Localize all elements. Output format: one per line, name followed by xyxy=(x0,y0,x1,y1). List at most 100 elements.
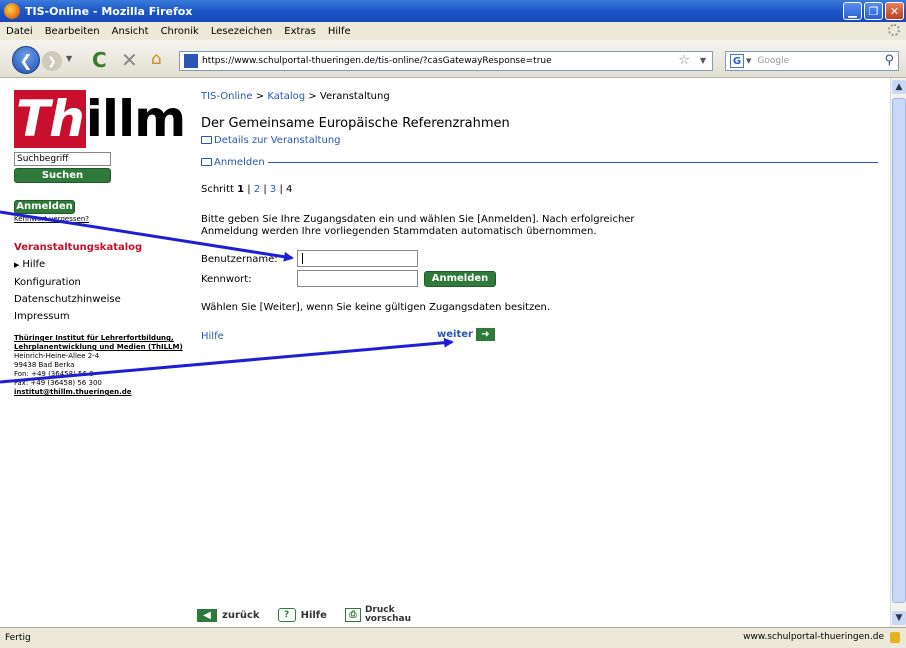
print-preview-icon: ⎙ xyxy=(344,608,361,622)
scroll-thumb[interactable] xyxy=(892,98,906,603)
help-link[interactable]: Hilfe xyxy=(201,331,224,342)
sidebar-search-input[interactable]: Suchbegriff xyxy=(14,152,111,166)
lock-icon[interactable] xyxy=(890,632,900,643)
address-city: 99438 Bad Berka xyxy=(14,361,75,369)
back-button[interactable]: ◀ zurück xyxy=(197,608,260,622)
logo-th: Th xyxy=(14,90,86,148)
window-title: TIS-Online - Mozilla Firefox xyxy=(25,4,193,18)
menu-ansicht[interactable]: Ansicht xyxy=(106,26,155,37)
breadcrumb-katalog[interactable]: Katalog xyxy=(267,91,305,102)
institute-name-link[interactable]: Thüringer Institut für Lehrerfortbildung… xyxy=(14,334,194,352)
window-titlebar: TIS-Online - Mozilla Firefox ▁ ❐ ✕ xyxy=(0,0,906,22)
menu-hilfe[interactable]: Hilfe xyxy=(322,26,357,37)
help-icon: ? xyxy=(277,608,296,622)
logo-illm: illm xyxy=(85,90,187,148)
search-button[interactable]: Suchen xyxy=(14,168,111,183)
username-input[interactable] xyxy=(297,250,418,267)
scroll-up-icon[interactable]: ▲ xyxy=(892,80,906,94)
menu-extras[interactable]: Extras xyxy=(278,26,322,37)
folder-icon xyxy=(201,136,212,144)
institute-address: Thüringer Institut für Lehrerfortbildung… xyxy=(14,334,194,397)
status-bar: Fertig www.schulportal-thueringen.de xyxy=(0,627,906,648)
search-placeholder[interactable]: Google xyxy=(757,56,789,66)
menu-chronik[interactable]: Chronik xyxy=(155,26,205,37)
menu-bar: Datei Bearbeiten Ansicht Chronik Lesezei… xyxy=(0,22,906,40)
sidebar-item-veranstaltungskatalog[interactable]: Veranstaltungskatalog xyxy=(14,239,174,256)
close-icon[interactable]: ✕ xyxy=(885,2,904,20)
navigation-toolbar: ❮ ❯ ▼ C ✕ ⌂ https://www.schulportal-thue… xyxy=(0,40,906,78)
address-fax: Fax: +49 (36458) 56 300 xyxy=(14,379,102,387)
weiter-hint: Wählen Sie [Weiter], wenn Sie keine gült… xyxy=(201,302,551,313)
address-street: Heinrich-Heine-Allee 2-4 xyxy=(14,352,100,360)
step-2[interactable]: 2 xyxy=(254,184,260,195)
status-domain: www.schulportal-thueringen.de xyxy=(743,632,884,642)
step-1: 1 xyxy=(237,184,245,195)
reload-icon[interactable]: C xyxy=(92,48,107,72)
step-3[interactable]: 3 xyxy=(270,184,276,195)
breadcrumb-veranstaltung: Veranstaltung xyxy=(319,91,390,102)
login-instructions: Bitte geben Sie Ihre Zugangsdaten ein un… xyxy=(201,214,635,237)
bookmark-star-icon[interactable]: ☆ xyxy=(678,53,690,68)
minimize-icon[interactable]: ▁ xyxy=(843,2,862,20)
engine-dropdown-icon[interactable]: ▼ xyxy=(746,57,751,65)
sidebar-item-impressum[interactable]: Impressum xyxy=(14,308,174,325)
status-text: Fertig xyxy=(5,633,31,643)
site-favicon-icon xyxy=(183,53,199,69)
menu-datei[interactable]: Datei xyxy=(0,26,39,37)
print-label-line2: vorschau xyxy=(364,614,412,624)
print-preview-label: Druck vorschau xyxy=(365,606,411,624)
next-link-label[interactable]: weiter xyxy=(437,329,473,340)
folder-open-icon xyxy=(201,158,212,166)
footer-help-label: Hilfe xyxy=(300,609,327,621)
page-content: Thillm Suchbegriff Suchen Anmelden Kennw… xyxy=(0,78,890,627)
password-label: Kennwort: xyxy=(201,274,252,285)
home-icon[interactable]: ⌂ xyxy=(151,49,162,69)
footer-help-button[interactable]: ? Hilfe xyxy=(277,608,327,622)
search-icon[interactable]: ⚲ xyxy=(884,53,894,68)
firefox-icon xyxy=(4,3,20,19)
password-forgot-link[interactable]: Kennwort vergessen? xyxy=(14,215,89,223)
window-controls: ▁ ❐ ✕ xyxy=(843,2,904,20)
password-input[interactable] xyxy=(297,270,418,287)
history-dropdown-icon[interactable]: ▼ xyxy=(66,54,72,63)
section-heading-anmelden[interactable]: Anmelden xyxy=(201,157,265,168)
url-bar[interactable]: https://www.schulportal-thueringen.de/ti… xyxy=(179,51,713,71)
sidebar-item-konfiguration[interactable]: Konfiguration xyxy=(14,274,174,291)
throbber-icon xyxy=(888,24,900,36)
details-link-label[interactable]: Details zur Veranstaltung xyxy=(214,135,341,146)
step-indicator: Schritt 1 | 2 | 3 | 4 xyxy=(201,184,293,195)
url-text[interactable]: https://www.schulportal-thueringen.de/ti… xyxy=(202,56,552,66)
menu-lesezeichen[interactable]: Lesezeichen xyxy=(205,26,278,37)
forward-icon[interactable]: ❯ xyxy=(42,51,62,71)
sidebar-item-datenschutzhinweise[interactable]: Datenschutzhinweise xyxy=(14,291,174,308)
arrow-left-icon: ◀ xyxy=(197,608,217,622)
search-box[interactable]: G ▼ Google ⚲ xyxy=(725,51,899,71)
stop-icon[interactable]: ✕ xyxy=(121,48,138,72)
scroll-down-icon[interactable]: ▼ xyxy=(892,611,906,625)
page-scrollbar[interactable]: ▲ ▼ xyxy=(890,78,906,627)
maximize-icon[interactable]: ❐ xyxy=(864,2,883,20)
sidebar-item-hilfe[interactable]: Hilfe xyxy=(14,256,174,274)
text-caret xyxy=(302,253,303,264)
google-icon[interactable]: G xyxy=(730,54,744,68)
thillm-logo[interactable]: Thillm xyxy=(14,89,187,149)
section-divider xyxy=(268,162,878,163)
menu-bearbeiten[interactable]: Bearbeiten xyxy=(39,26,106,37)
next-link[interactable]: weiter ➜ xyxy=(437,328,495,341)
details-link[interactable]: Details zur Veranstaltung xyxy=(201,135,341,146)
back-icon[interactable]: ❮ xyxy=(12,46,40,74)
sidebar-login-button[interactable]: Anmelden xyxy=(14,200,75,214)
page-footer-actions: ◀ zurück ? Hilfe ⎙ Druck vorschau xyxy=(197,606,429,624)
url-dropdown-icon[interactable]: ▼ xyxy=(700,56,706,65)
sidebar-nav: Veranstaltungskatalog Hilfe Konfiguratio… xyxy=(14,239,174,325)
print-preview-button[interactable]: ⎙ Druck vorschau xyxy=(344,606,411,624)
login-button[interactable]: Anmelden xyxy=(424,271,496,287)
address-email-link[interactable]: institut@thillm.thueringen.de xyxy=(14,388,194,397)
steps-label: Schritt xyxy=(201,184,234,195)
arrow-right-icon[interactable]: ➜ xyxy=(475,328,495,341)
breadcrumb-separator: > xyxy=(255,91,265,102)
breadcrumb-separator: > xyxy=(308,91,317,102)
back-button-label: zurück xyxy=(222,609,260,621)
breadcrumb-tis-online[interactable]: TIS-Online xyxy=(201,91,253,102)
step-4: 4 xyxy=(286,184,293,195)
